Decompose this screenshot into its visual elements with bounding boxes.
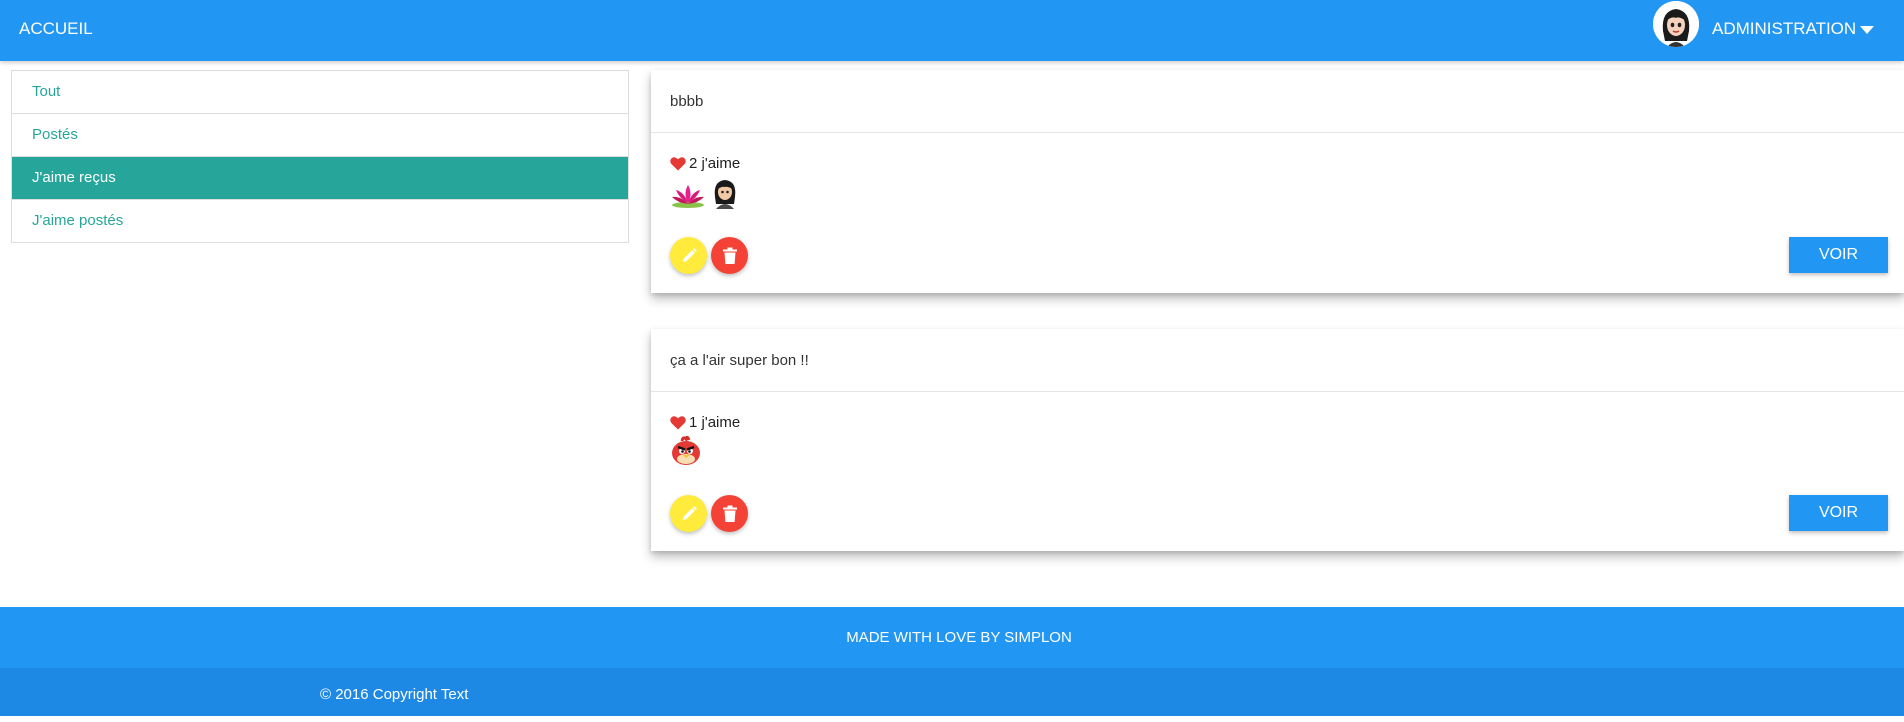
voir-button[interactable]: VOIR: [1789, 237, 1888, 273]
post-card: ça a l'air super bon !! 1 j'aime VOIR: [651, 329, 1904, 551]
delete-button[interactable]: [711, 495, 748, 532]
user-avatar-icon[interactable]: [1653, 1, 1699, 47]
likes-count: 2 j'aime: [689, 155, 741, 172]
likers-list: [670, 435, 702, 471]
footer-copyright-bar: © 2016 Copyright Text: [0, 668, 1904, 716]
sidebar-item-postes[interactable]: Postés: [12, 114, 628, 157]
post-title: ça a l'air super bon !!: [670, 352, 809, 369]
footer: MADE WITH LOVE BY SIMPLON © 2016 Copyrig…: [0, 607, 1904, 722]
card-divider: [651, 132, 1904, 133]
sidebar-item-jaime-postes[interactable]: J'aime postés: [12, 200, 628, 243]
top-navbar: ACCUEIL ADMINISTRATION: [0, 0, 1904, 61]
filter-sidebar: Tout Postés J'aime reçus J'aime postés: [11, 70, 629, 243]
card-divider: [651, 391, 1904, 392]
post-title: bbbb: [670, 93, 704, 110]
page: ACCUEIL ADMINISTRATION Tout Postés J'aim…: [0, 0, 1904, 722]
nav-home-link[interactable]: ACCUEIL: [19, 19, 93, 39]
pencil-icon: [682, 247, 697, 262]
heart-icon: [670, 157, 686, 171]
sidebar-item-tout[interactable]: Tout: [12, 71, 628, 114]
likers-list: [670, 177, 740, 214]
post-card: bbbb 2 j'aime VOIR: [651, 70, 1904, 293]
trash-icon: [722, 247, 737, 264]
heart-icon: [670, 416, 686, 430]
footer-tagline: MADE WITH LOVE BY SIMPLON: [846, 629, 1072, 646]
edit-button[interactable]: [670, 495, 707, 532]
nav-user-menu[interactable]: ADMINISTRATION: [1712, 19, 1856, 39]
voir-button[interactable]: VOIR: [1789, 495, 1888, 531]
user-avatar-icon: [710, 177, 740, 214]
trash-icon: [722, 505, 737, 522]
copyright-text: © 2016 Copyright Text: [320, 686, 469, 703]
delete-button[interactable]: [711, 237, 748, 274]
edit-button[interactable]: [670, 237, 707, 274]
likes-row: 2 j'aime: [670, 155, 740, 172]
likes-count: 1 j'aime: [689, 414, 741, 431]
caret-down-icon[interactable]: [1860, 26, 1874, 34]
footer-main: MADE WITH LOVE BY SIMPLON: [0, 607, 1904, 668]
lotus-flower-icon: [670, 183, 706, 214]
sidebar-item-jaime-recus[interactable]: J'aime reçus: [12, 157, 628, 200]
likes-row: 1 j'aime: [670, 414, 740, 431]
angry-bird-icon: [670, 435, 702, 471]
pencil-icon: [682, 505, 697, 520]
